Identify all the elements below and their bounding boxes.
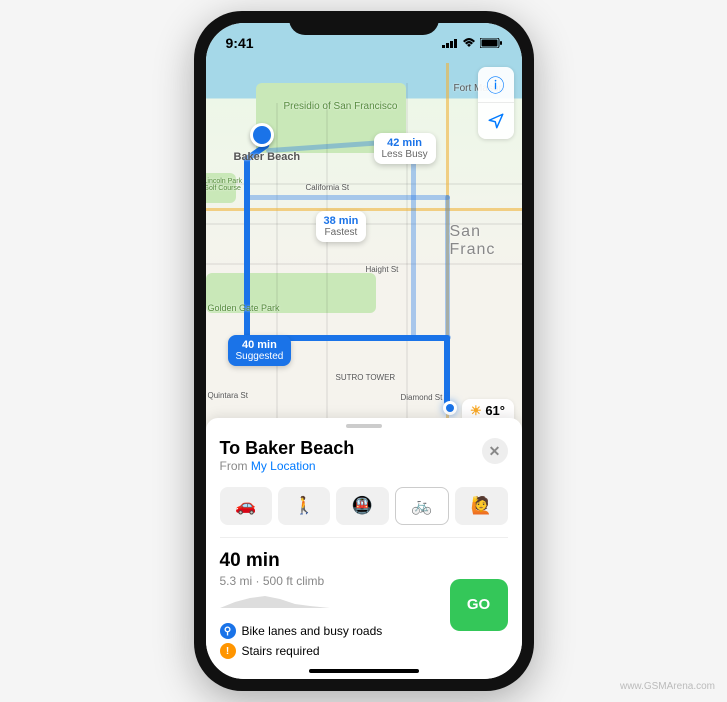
route-bubble-suggested[interactable]: 40 min Suggested <box>228 335 292 366</box>
route-bubble-lessbusy[interactable]: 42 min Less Busy <box>374 133 436 164</box>
california-label: California St <box>306 183 350 192</box>
wifi-icon <box>462 38 476 48</box>
map-controls: ⓘ <box>478 67 514 139</box>
elevation-chart <box>220 592 330 610</box>
haight-label: Haight St <box>366 265 399 274</box>
phone-frame: 9:41 <box>194 11 534 691</box>
home-indicator[interactable] <box>309 669 419 673</box>
transport-modes: 🚗 🚶 🚇 🚲 🙋 <box>220 487 508 525</box>
summary-detail: 5.3 mi · 500 ft climb <box>220 574 383 588</box>
route-time: 40 min <box>236 339 284 351</box>
mode-walk[interactable]: 🚶 <box>278 487 330 525</box>
gg-park-label: Golden Gate Park <box>208 303 280 313</box>
weather-temp: 61° <box>485 403 505 418</box>
destination-label: Baker Beach <box>234 151 301 163</box>
stairs-icon: ! <box>220 643 236 659</box>
route-sub: Fastest <box>324 227 359 238</box>
notch <box>289 11 439 35</box>
route-alt-1 <box>445 195 450 340</box>
screen: 9:41 <box>206 23 522 679</box>
location-button[interactable] <box>478 103 514 139</box>
advisories: ⚲ Bike lanes and busy roads ! Stairs req… <box>220 623 383 659</box>
watermark: www.GSMArena.com <box>620 681 715 692</box>
signal-icon <box>442 38 458 48</box>
route-summary: 40 min 5.3 mi · 500 ft climb ⚲ Bike lane… <box>220 537 508 659</box>
advisory-bike: ⚲ Bike lanes and busy roads <box>220 623 383 639</box>
park-label: Presidio of San Francisco <box>284 101 398 112</box>
mode-drive[interactable]: 🚗 <box>220 487 272 525</box>
mode-transit[interactable]: 🚇 <box>336 487 388 525</box>
status-right <box>442 38 502 48</box>
status-time: 9:41 <box>226 35 254 51</box>
battery-icon <box>480 38 502 48</box>
info-button[interactable]: ⓘ <box>478 67 514 103</box>
mode-rideshare[interactable]: 🙋 <box>455 487 507 525</box>
destination-pin[interactable] <box>250 123 274 147</box>
route-alt-1 <box>244 195 450 200</box>
route-sub: Less Busy <box>382 149 428 160</box>
quintara-label: Quintara St <box>208 391 248 400</box>
close-button[interactable]: ✕ <box>482 438 508 464</box>
route-time: 38 min <box>324 215 359 227</box>
sheet-grabber[interactable] <box>346 424 382 428</box>
go-button[interactable]: GO <box>450 579 508 631</box>
my-location-link[interactable]: My Location <box>251 459 316 473</box>
lincoln-golf-label: Lincoln Park Golf Course <box>206 178 246 192</box>
origin-dot[interactable] <box>443 401 457 415</box>
map[interactable]: Baker Beach Presidio of San Francisco Fo… <box>206 23 522 443</box>
route-bubble-fastest[interactable]: 38 min Fastest <box>316 211 367 242</box>
route-alt-2 <box>411 135 416 340</box>
bike-icon: ⚲ <box>220 623 236 639</box>
summary-duration: 40 min <box>220 550 383 572</box>
diamond-label: Diamond St <box>401 393 443 402</box>
sheet-from: From My Location <box>220 459 355 473</box>
route-sheet[interactable]: To Baker Beach From My Location ✕ 🚗 🚶 🚇 … <box>206 418 522 679</box>
route-time: 42 min <box>382 137 428 149</box>
route-main <box>444 335 450 405</box>
road <box>206 183 522 185</box>
route-sub: Suggested <box>236 351 284 362</box>
sheet-header: To Baker Beach From My Location ✕ <box>220 438 508 473</box>
road <box>326 103 328 433</box>
city-label: San Franc <box>450 223 522 259</box>
sheet-title: To Baker Beach <box>220 438 355 459</box>
sutro-label: SUTRO TOWER <box>336 373 396 382</box>
road <box>206 263 522 265</box>
advisory-stairs: ! Stairs required <box>220 643 383 659</box>
road-yellow <box>206 208 522 211</box>
mode-cycle[interactable]: 🚲 <box>395 487 449 525</box>
